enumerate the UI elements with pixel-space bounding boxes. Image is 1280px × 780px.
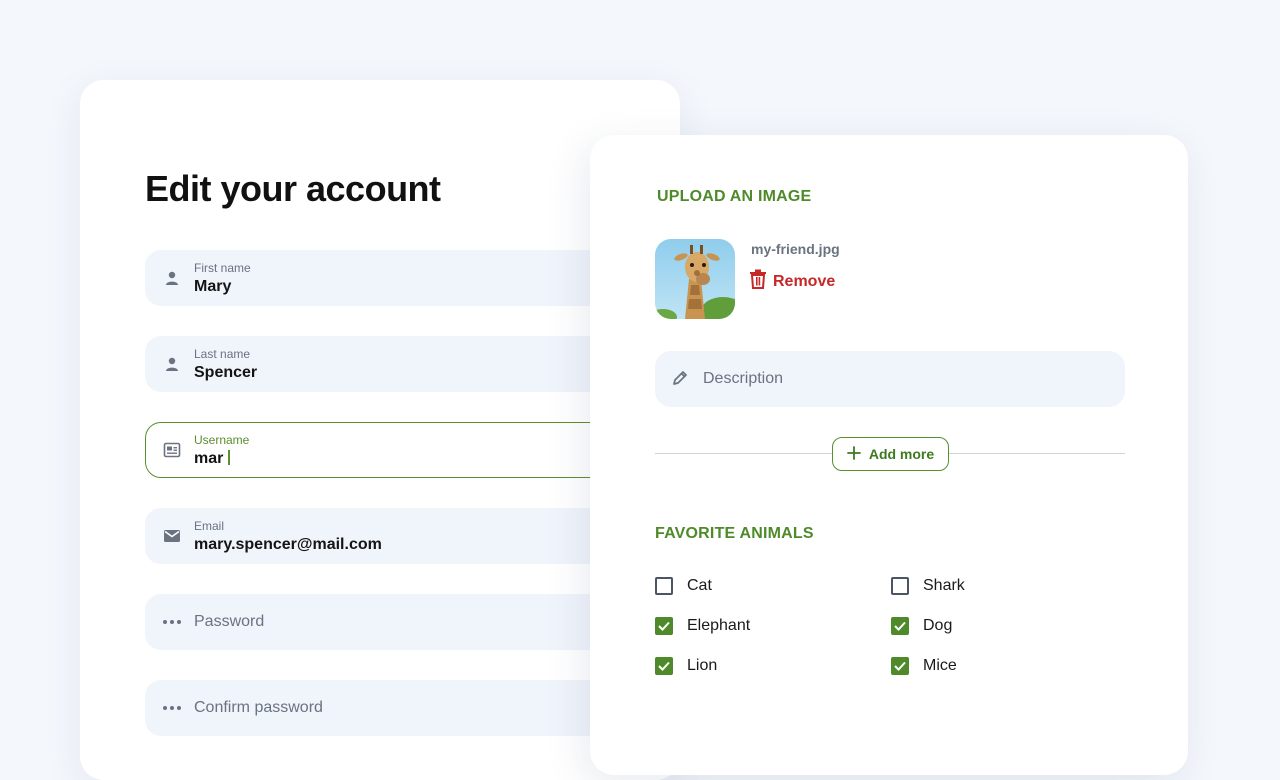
id-card-icon — [162, 440, 182, 460]
checkbox-checked[interactable] — [655, 617, 673, 635]
checkbox-elephant[interactable]: Elephant — [655, 617, 750, 635]
remove-image-button[interactable]: Remove — [749, 269, 835, 294]
checkbox-checked[interactable] — [891, 657, 909, 675]
check-icon — [658, 621, 670, 631]
checkbox-label: Mice — [923, 657, 957, 674]
person-icon — [162, 268, 182, 288]
checkbox-lion[interactable]: Lion — [655, 657, 717, 675]
add-more-button[interactable]: Add more — [832, 437, 949, 471]
checkbox-checked[interactable] — [655, 657, 673, 675]
animals-section-title: FAVORITE ANIMALS — [655, 525, 814, 542]
last-name-label: Last name — [194, 347, 251, 361]
description-input[interactable] — [703, 351, 1103, 407]
upload-card: UPLOAD AN IMAGE my-friend.jpg Remove Des… — [590, 135, 1188, 775]
uploaded-image-thumbnail — [655, 239, 735, 319]
check-icon — [894, 661, 906, 671]
confirm-password-placeholder: Confirm password — [194, 699, 323, 716]
pencil-icon — [671, 369, 691, 389]
check-icon — [658, 661, 670, 671]
first-name-value: Mary — [194, 278, 232, 295]
email-value: mary.spencer@mail.com — [194, 536, 382, 553]
check-icon — [894, 621, 906, 631]
dots-icon — [162, 698, 182, 718]
page-title: Edit your account — [145, 168, 441, 209]
checkbox-checked[interactable] — [891, 617, 909, 635]
checkbox-label: Dog — [923, 617, 953, 634]
checkbox-label: Lion — [687, 657, 718, 674]
checkbox-unchecked[interactable] — [891, 577, 909, 595]
checkbox-dog[interactable]: Dog — [891, 617, 952, 635]
checkbox-mice[interactable]: Mice — [891, 657, 957, 675]
upload-section-title: UPLOAD AN IMAGE — [657, 188, 812, 205]
username-label: Username — [194, 433, 250, 447]
text-caret — [228, 450, 231, 465]
checkbox-cat[interactable]: Cat — [655, 577, 712, 595]
uploaded-filename: my-friend.jpg — [751, 241, 840, 257]
first-name-label: First name — [194, 261, 251, 275]
dots-icon — [162, 612, 182, 632]
person-icon — [162, 354, 182, 374]
trash-icon — [749, 269, 767, 294]
mail-icon — [162, 526, 182, 546]
description-field[interactable] — [655, 351, 1125, 407]
remove-label: Remove — [773, 272, 836, 290]
password-placeholder: Password — [194, 613, 265, 630]
plus-icon — [846, 445, 861, 463]
email-label: Email — [194, 519, 225, 533]
checkbox-label: Shark — [923, 577, 965, 594]
checkbox-label: Elephant — [687, 617, 751, 634]
last-name-value: Spencer — [194, 364, 258, 381]
add-more-label: Add more — [868, 446, 935, 462]
checkbox-unchecked[interactable] — [655, 577, 673, 595]
checkbox-shark[interactable]: Shark — [891, 577, 965, 595]
username-value: mar — [194, 450, 231, 468]
checkbox-label: Cat — [687, 577, 712, 594]
